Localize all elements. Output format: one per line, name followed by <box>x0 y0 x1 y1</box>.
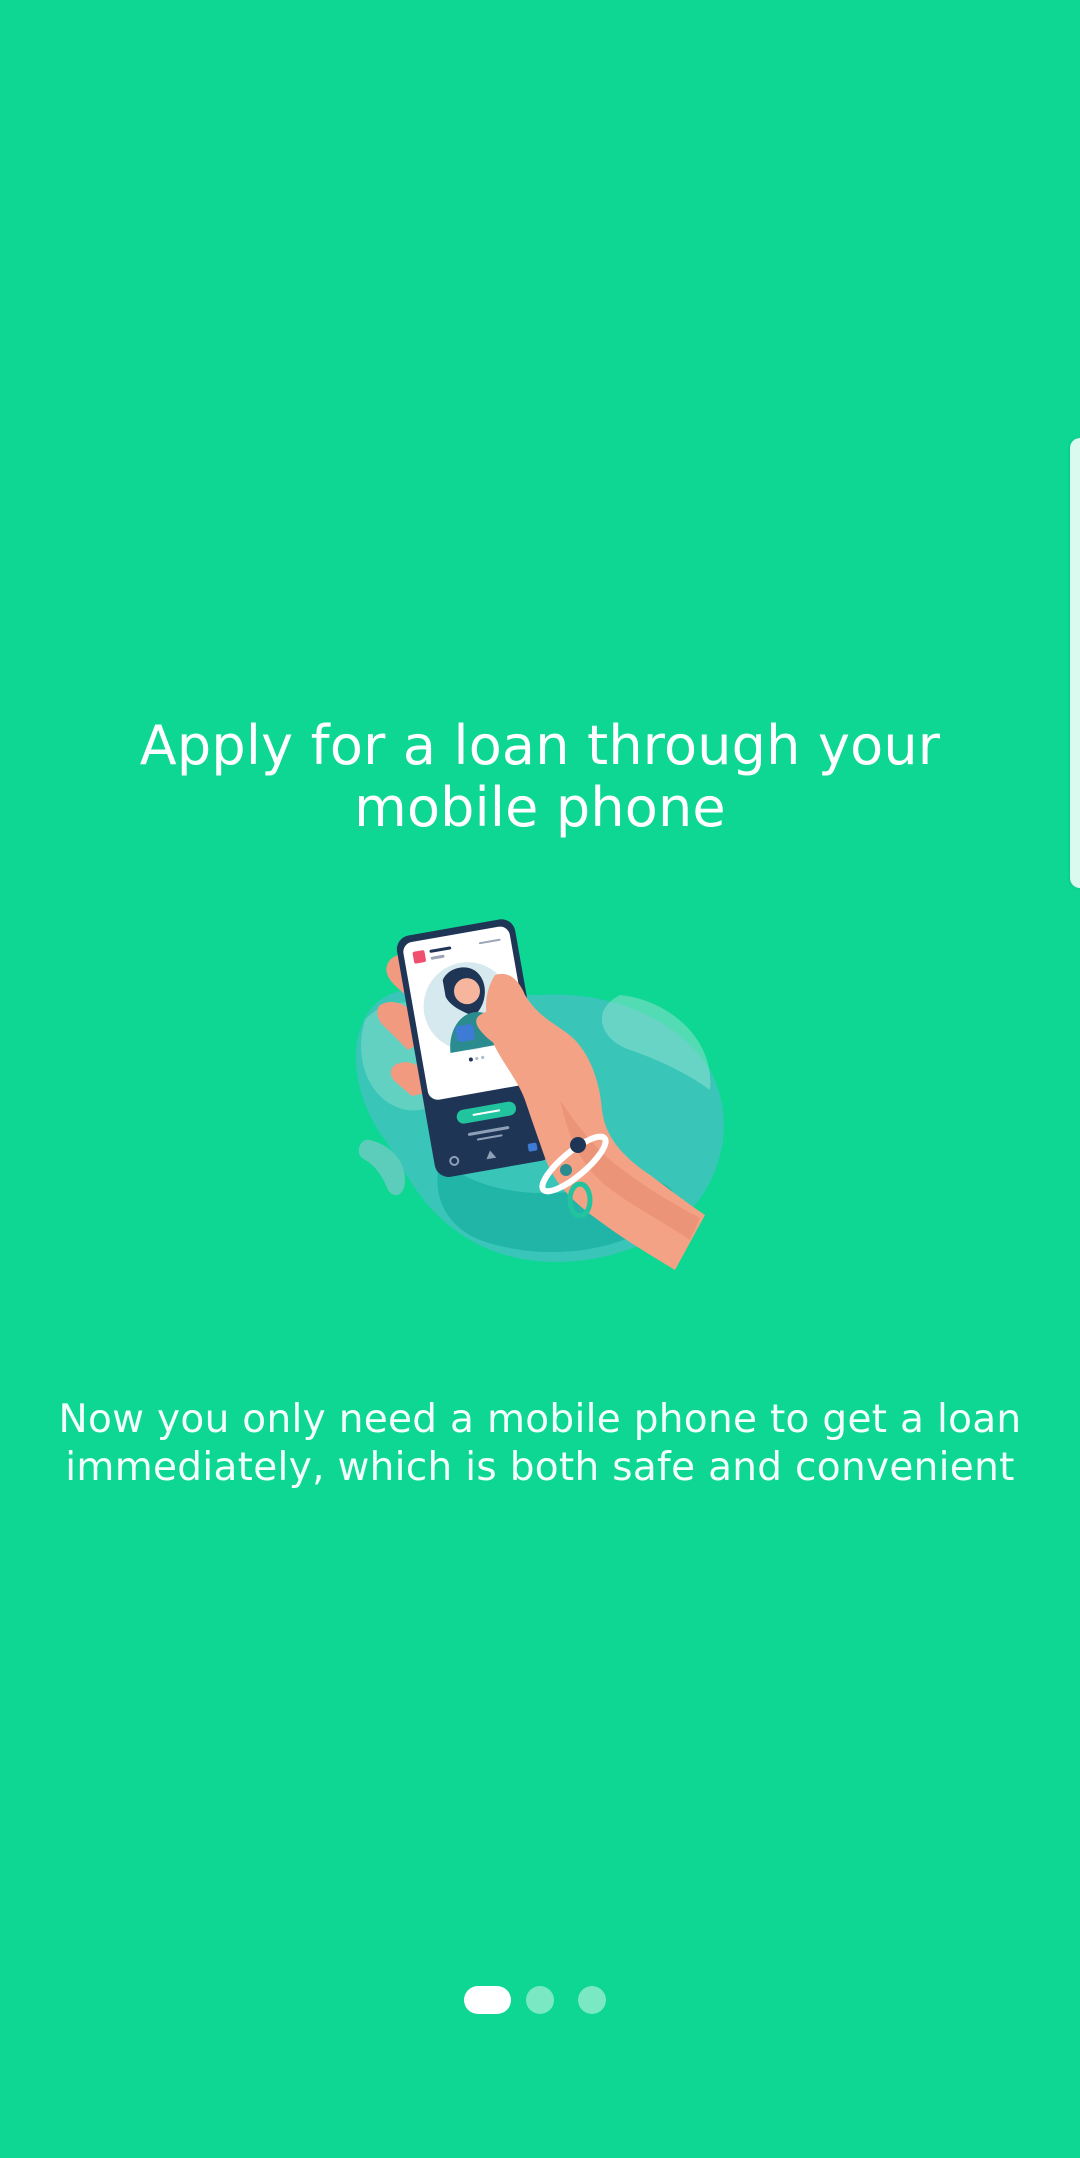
page-dot-2[interactable] <box>526 1986 554 2014</box>
hand-holding-phone-illustration <box>355 919 724 1270</box>
page-dot-1-active[interactable] <box>464 1986 511 2014</box>
page-description: Now you only need a mobile phone to get … <box>58 1397 1022 1490</box>
page-indicator <box>464 1986 614 2014</box>
page-title: Apply for a loan through your mobile pho… <box>139 714 941 839</box>
onboarding-screen: Apply for a loan through your mobile pho… <box>0 0 1080 2158</box>
page-dot-3[interactable] <box>578 1986 606 2014</box>
edge-panel-handle[interactable] <box>1070 438 1080 888</box>
